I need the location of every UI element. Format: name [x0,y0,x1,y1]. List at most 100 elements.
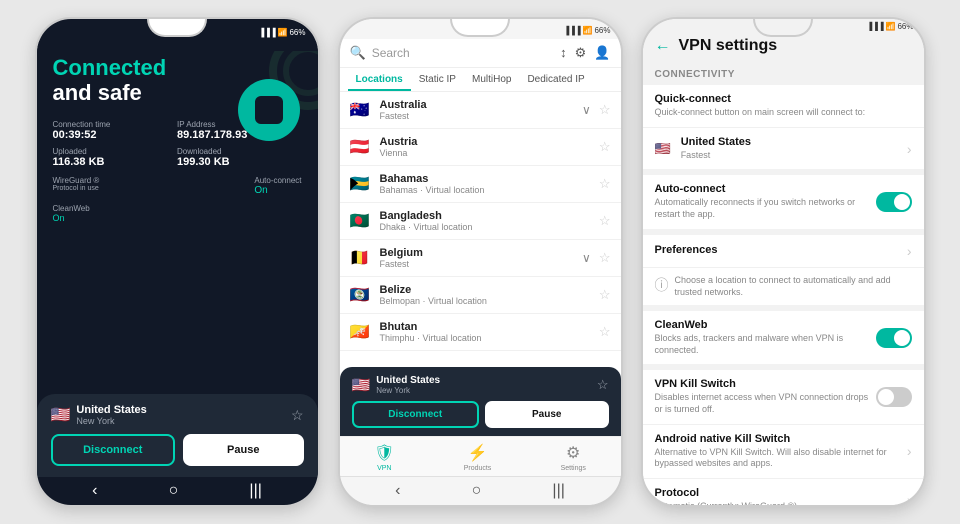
favorite-icon-bd[interactable]: ☆ [599,213,611,229]
tab-static-ip[interactable]: Static IP [411,68,464,91]
favorite-icon-bs[interactable]: ☆ [599,176,611,192]
favorite-icon-au[interactable]: ☆ [599,102,611,118]
location-info-bt: Bhutan Thimphu · Virtual location [380,321,599,343]
expand-icon-au[interactable]: ∨ [582,103,591,117]
kill-switch-info: VPN Kill Switch Disables internet access… [655,378,870,415]
quick-connect-value-row[interactable]: 🇺🇸 United States Fastest › [643,128,924,170]
tab-dedicated-ip[interactable]: Dedicated IP [519,68,592,91]
list-item[interactable]: 🇧🇸 Bahamas Bahamas · Virtual location ☆ [340,166,621,203]
search-input[interactable]: Search [372,46,554,60]
uploaded-value: 116.38 KB [53,156,178,168]
phone3-notch [753,19,813,37]
location-name-be: Belgium [380,247,583,259]
battery-icon: 66% [289,28,305,37]
preferences-row[interactable]: Preferences › [643,235,924,268]
nav-settings[interactable]: ⚙ Settings [561,443,586,472]
quick-connect-row[interactable]: Quick-connect Quick-connect button on ma… [643,85,924,128]
expand-icon-be[interactable]: ∨ [582,251,591,265]
person-icon[interactable]: 👤 [594,45,610,61]
preferences-title: Preferences [655,244,901,256]
favorite-icon-bt[interactable]: ☆ [599,324,611,340]
location-actions-bs: ☆ [599,176,611,192]
flag-at: 🇦🇹 [350,137,372,157]
protocol-row: WireGuard ® Protocol in use Auto-connect… [53,176,302,196]
battery-icon2: 66% [594,26,610,35]
quick-connect-value-sub: Fastest [681,150,901,162]
favorite-icon-at[interactable]: ☆ [599,139,611,155]
protocol-chevron: › [907,492,912,507]
cleanweb-row: CleanWeb Blocks ads, trackers and malwar… [643,311,924,364]
location-actions-bt: ☆ [599,324,611,340]
kill-switch-row: VPN Kill Switch Disables internet access… [643,370,924,424]
flag-be: 🇧🇪 [350,248,372,268]
kill-switch-sub: Disables internet access when VPN connec… [655,392,870,415]
location-sub-at: Vienna [380,148,599,158]
signal-icon2: ▐▐▐ [564,26,581,35]
auto-connect-row: Auto-connect Automatically reconnects if… [643,175,924,228]
cleanweb-info: CleanWeb Blocks ads, trackers and malwar… [655,319,870,356]
phone2-notch [450,19,510,37]
tab-multihop[interactable]: MultiHop [464,68,519,91]
phone1-favorite-icon[interactable]: ☆ [291,407,304,424]
vpn-icon-inner [255,96,283,124]
back-button3[interactable]: ← [655,37,671,55]
list-item[interactable]: 🇦🇺 Australia Fastest ∨ ☆ [340,92,621,129]
nav-products[interactable]: ⚡ Products [464,443,492,472]
phone1-disconnect-button[interactable]: Disconnect [51,434,176,466]
location-actions-au: ∨ ☆ [582,102,610,118]
signal-icon3: ▐▐▐ [867,22,884,31]
location-info-at: Austria Vienna [380,136,599,158]
connected-title: Connected [53,55,302,80]
cleanweb-toggle[interactable] [876,328,912,348]
android-kill-switch-sub: Alternative to VPN Kill Switch. Will als… [655,447,901,470]
settings-icon[interactable]: ⚙ [575,45,587,61]
preferences-card: Preferences › ⓘ Choose a location to con… [643,235,924,305]
location-sub-bd: Dhaka · Virtual location [380,222,599,232]
quick-connect-card: Quick-connect Quick-connect button on ma… [643,85,924,169]
phone1-action-buttons: Disconnect Pause [51,434,304,466]
favorite-icon-bz[interactable]: ☆ [599,287,611,303]
wifi-icon3: 📶 [886,22,896,31]
location-name-bs: Bahamas [380,173,599,185]
phone2-loc-star[interactable]: ☆ [597,377,609,393]
home-button2[interactable]: ○ [472,482,482,500]
list-item[interactable]: 🇧🇿 Belize Belmopan · Virtual location ☆ [340,277,621,314]
auto-connect-toggle[interactable] [876,192,912,212]
sort-icon[interactable]: ↕ [560,45,567,61]
phone2-action-buttons: Disconnect Pause [352,401,609,428]
phone2-disconnect-button[interactable]: Disconnect [352,401,480,428]
recents-button[interactable]: ||| [249,482,261,500]
list-item[interactable]: 🇧🇪 Belgium Fastest ∨ ☆ [340,240,621,277]
phone2-body: 🔍 Search ↕ ⚙ 👤 Locations Static IP Multi… [340,39,621,476]
phone3-content: Connectivity Quick-connect Quick-connect… [643,63,924,507]
tab-locations[interactable]: Locations [348,68,411,91]
favorite-icon-be[interactable]: ☆ [599,250,611,266]
kill-switch-toggle[interactable] [876,387,912,407]
list-item[interactable]: 🇦🇹 Austria Vienna ☆ [340,129,621,166]
phone1-bottom-bar: 🇺🇸 United States New York ☆ Disconnect P… [37,394,318,476]
list-item[interactable]: 🇧🇹 Bhutan Thimphu · Virtual location ☆ [340,314,621,351]
phone1-pause-button[interactable]: Pause [183,434,304,466]
list-item[interactable]: 🇧🇩 Bangladesh Dhaka · Virtual location ☆ [340,203,621,240]
protocol-row[interactable]: Protocol Automatic (Currently: WireGuard… [643,479,924,507]
android-kill-switch-row[interactable]: Android native Kill Switch Alternative t… [643,425,924,479]
battery-icon3: 66% [897,22,913,31]
auto-connect-title: Auto-connect [655,183,870,195]
search-icon: 🔍 [350,45,366,61]
back-button2[interactable]: ‹ [395,482,400,500]
back-button[interactable]: ‹ [92,482,97,500]
phone2-pause-button[interactable]: Pause [485,401,609,428]
phone2-loc-city: New York [376,386,440,395]
kill-switch-title: VPN Kill Switch [655,378,870,390]
cleanweb-value: On [53,213,65,223]
recents-button2[interactable]: ||| [552,482,564,500]
home-button[interactable]: ○ [169,482,179,500]
flag-bt: 🇧🇹 [350,322,372,342]
connection-time-value: 00:39:52 [53,129,178,141]
settings-nav-icon: ⚙ [566,443,580,463]
cleanweb-title: CleanWeb [655,319,870,331]
nav-vpn[interactable]: 🛡 VPN [374,443,394,472]
info-icon: ⓘ [655,275,669,295]
android-kill-switch-info: Android native Kill Switch Alternative t… [655,433,901,470]
flag-au: 🇦🇺 [350,100,372,120]
